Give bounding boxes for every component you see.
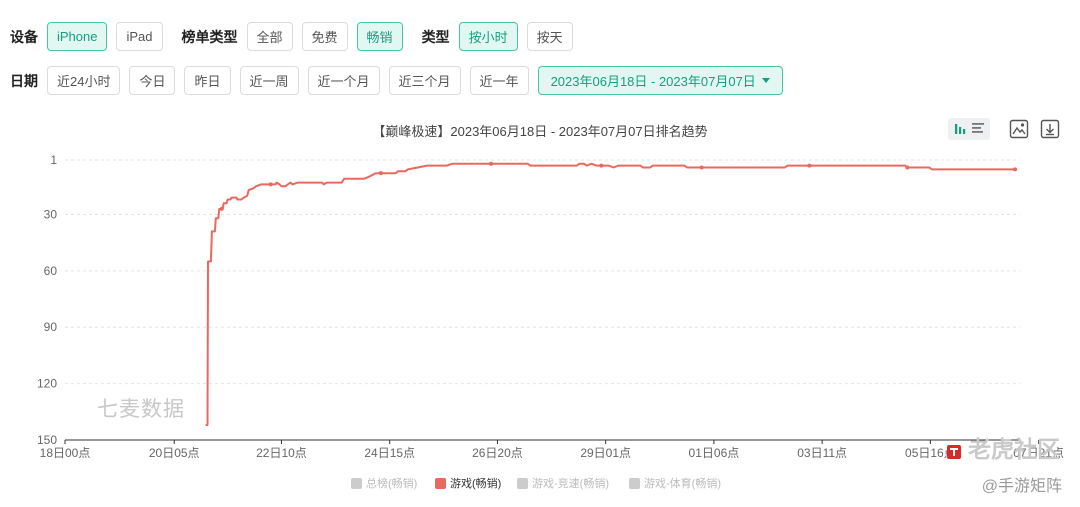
site-watermark-text: 老虎社区 xyxy=(968,436,1060,462)
series-point xyxy=(219,206,224,211)
download-icon[interactable] xyxy=(1039,118,1061,140)
y-tick-label: 30 xyxy=(44,207,58,221)
list-icon[interactable] xyxy=(971,121,985,138)
list-type-label: 榜单类型 xyxy=(181,28,238,45)
y-tick-label: 150 xyxy=(37,433,57,447)
type-label: 类型 xyxy=(421,28,450,45)
date-option-3months[interactable]: 近三个月 xyxy=(388,66,461,95)
date-label: 日期 xyxy=(10,72,38,89)
date-range-picker[interactable]: 2023年06月18日 - 2023年07月07日 xyxy=(537,66,783,95)
qimai-watermark: 七麦数据 xyxy=(97,398,185,421)
bar-chart-icon[interactable] xyxy=(954,121,968,138)
x-tick-label: 03日11点 xyxy=(797,446,847,460)
date-range-text: 2023年06月18日 - 2023年07月07日 xyxy=(550,74,756,89)
chart-toolbar xyxy=(948,118,1061,140)
device-label: 设备 xyxy=(10,28,38,45)
chart-view-toggle xyxy=(948,118,990,140)
device-option-ipad[interactable]: iPad xyxy=(116,22,163,51)
date-option-24h[interactable]: 近24小时 xyxy=(47,66,121,95)
series-point xyxy=(268,182,273,187)
series-point xyxy=(905,165,910,170)
y-tick-label: 1 xyxy=(50,153,57,167)
date-option-year[interactable]: 近一年 xyxy=(469,66,529,95)
date-option-yesterday[interactable]: 昨日 xyxy=(184,66,231,95)
site-watermark: 老虎社区 xyxy=(946,430,1060,464)
x-tick-label: 18日00点 xyxy=(40,446,91,460)
series-point xyxy=(378,171,383,176)
site-subtext: @手游矩阵 xyxy=(981,478,1062,495)
chart-title: 【巅峰极速】2023年06月18日 - 2023年07月07日排名趋势 xyxy=(372,124,708,139)
series-point xyxy=(599,163,604,168)
filter-row-date: 日期 近24小时 今日 昨日 近一周 近一个月 近三个月 近一年 2023年06… xyxy=(10,66,792,95)
x-tick-label: 24日15点 xyxy=(364,446,415,460)
series-point xyxy=(489,161,494,166)
legend-swatch xyxy=(351,478,362,489)
date-option-week[interactable]: 近一周 xyxy=(239,66,299,95)
legend-swatch xyxy=(517,478,528,489)
x-tick-label: 01日06点 xyxy=(689,446,740,460)
device-option-iphone[interactable]: iPhone xyxy=(47,22,108,51)
rank-trend-chart: 1 30 60 90 120 150 18日00点 20日05点 22日10点 24日15点 26… xyxy=(37,153,1064,490)
chevron-down-icon xyxy=(761,78,770,83)
series-point xyxy=(699,165,704,170)
x-tick-label: 20日05点 xyxy=(149,446,200,460)
type-hourly[interactable]: 按小时 xyxy=(458,22,518,51)
y-tick-label: 120 xyxy=(37,377,57,391)
legend-swatch xyxy=(435,478,446,489)
type-daily[interactable]: 按天 xyxy=(526,22,573,51)
x-tick-label: 22日10点 xyxy=(256,446,307,460)
filter-row-device: 设备 iPhone iPad 榜单类型 全部 免费 畅销 类型 按小时 按天 xyxy=(10,22,582,51)
x-tick-label: 29日01点 xyxy=(580,446,631,460)
y-tick-label: 90 xyxy=(44,320,58,334)
series-point xyxy=(807,163,812,168)
series-line xyxy=(205,162,1016,426)
tiger-logo-icon xyxy=(946,439,962,459)
image-icon[interactable] xyxy=(1008,118,1030,140)
legend-item: 总榜(畅销) xyxy=(366,476,417,490)
list-type-all[interactable]: 全部 xyxy=(246,22,293,51)
list-type-grossing[interactable]: 畅销 xyxy=(356,22,403,51)
legend-item: 游戏-体育(畅销) xyxy=(644,476,721,490)
date-option-month[interactable]: 近一个月 xyxy=(307,66,380,95)
x-tick-label: 26日20点 xyxy=(472,446,523,460)
legend-item: 游戏-竞速(畅销) xyxy=(532,476,609,490)
legend-swatch xyxy=(629,478,640,489)
y-tick-label: 60 xyxy=(44,264,58,278)
list-type-free[interactable]: 免费 xyxy=(301,22,348,51)
series-point xyxy=(1013,167,1018,172)
legend-item: 游戏(畅销) xyxy=(450,476,501,490)
date-option-today[interactable]: 今日 xyxy=(129,66,176,95)
